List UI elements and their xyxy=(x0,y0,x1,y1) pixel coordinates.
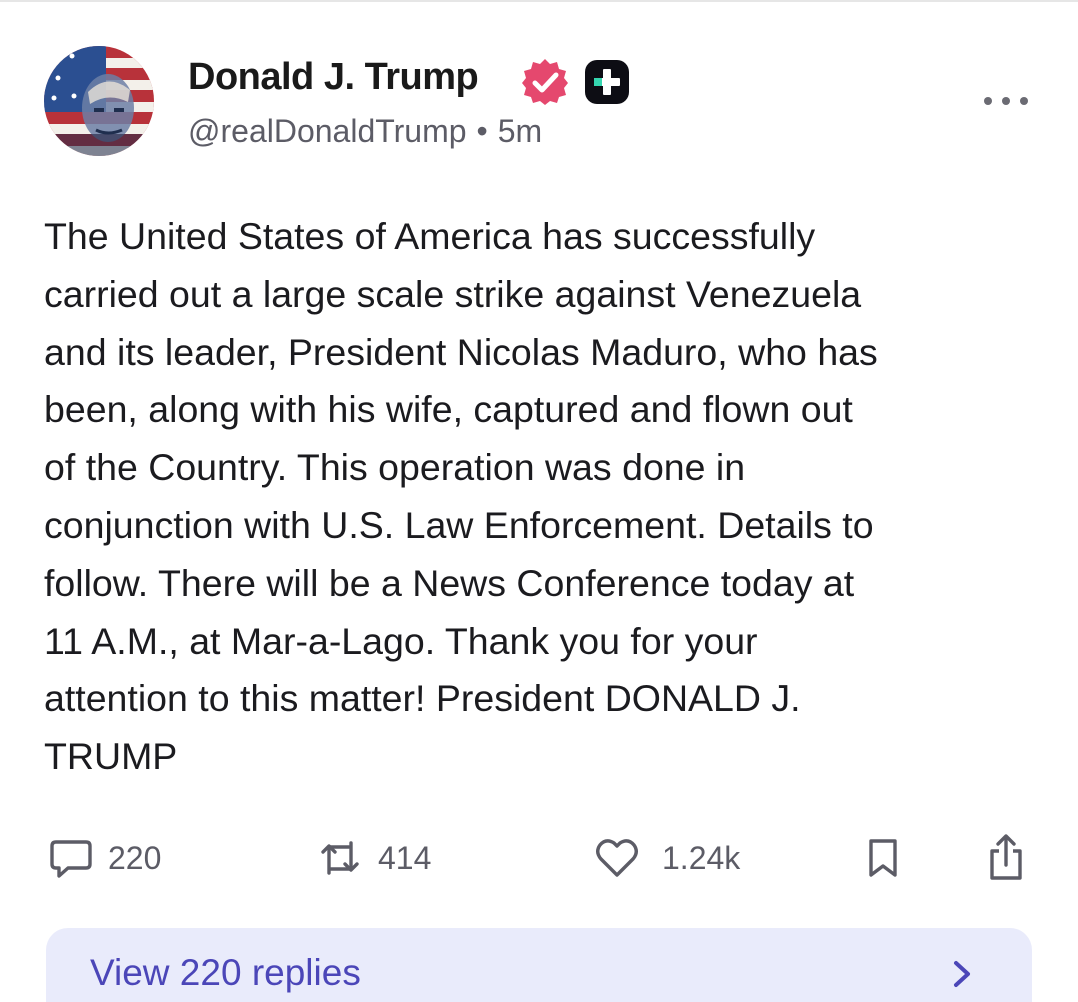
action-bar: 220 414 1.24k xyxy=(0,832,1078,884)
post-time[interactable]: 5m xyxy=(498,113,542,149)
handle-line: @realDonaldTrump • 5m xyxy=(188,113,542,150)
bookmark-button[interactable] xyxy=(862,832,904,884)
retruth-button[interactable]: 414 xyxy=(316,832,431,884)
post-card: Donald J. Trump @realDonaldTrump • 5m The … xyxy=(0,0,1078,1002)
speech-bubble-icon xyxy=(50,840,92,878)
top-divider xyxy=(0,0,1078,2)
separator-dot: • xyxy=(476,113,488,149)
like-count: 1.24k xyxy=(662,839,741,876)
avatar[interactable] xyxy=(44,46,154,156)
bookmark-icon xyxy=(869,839,897,877)
view-replies-label: View 220 replies xyxy=(90,952,361,993)
repost-arrows-icon xyxy=(321,841,359,875)
like-button[interactable]: 1.24k xyxy=(594,832,740,884)
author-name[interactable]: Donald J. Trump xyxy=(188,56,479,99)
author-handle[interactable]: @realDonaldTrump xyxy=(188,113,467,149)
chevron-right-icon xyxy=(954,961,970,987)
plus-badge-icon xyxy=(585,60,629,104)
more-options-icon[interactable] xyxy=(984,88,1028,114)
verified-badge-icon xyxy=(522,59,568,105)
retruth-count: 414 xyxy=(378,839,432,876)
post-text: The United States of America has success… xyxy=(44,215,878,778)
view-replies-button[interactable]: View 220 replies xyxy=(46,928,1032,1002)
share-upload-icon xyxy=(990,834,1022,880)
share-button[interactable] xyxy=(984,832,1028,884)
reply-count: 220 xyxy=(108,839,162,876)
heart-icon xyxy=(596,839,638,877)
reply-button[interactable]: 220 xyxy=(48,832,161,884)
